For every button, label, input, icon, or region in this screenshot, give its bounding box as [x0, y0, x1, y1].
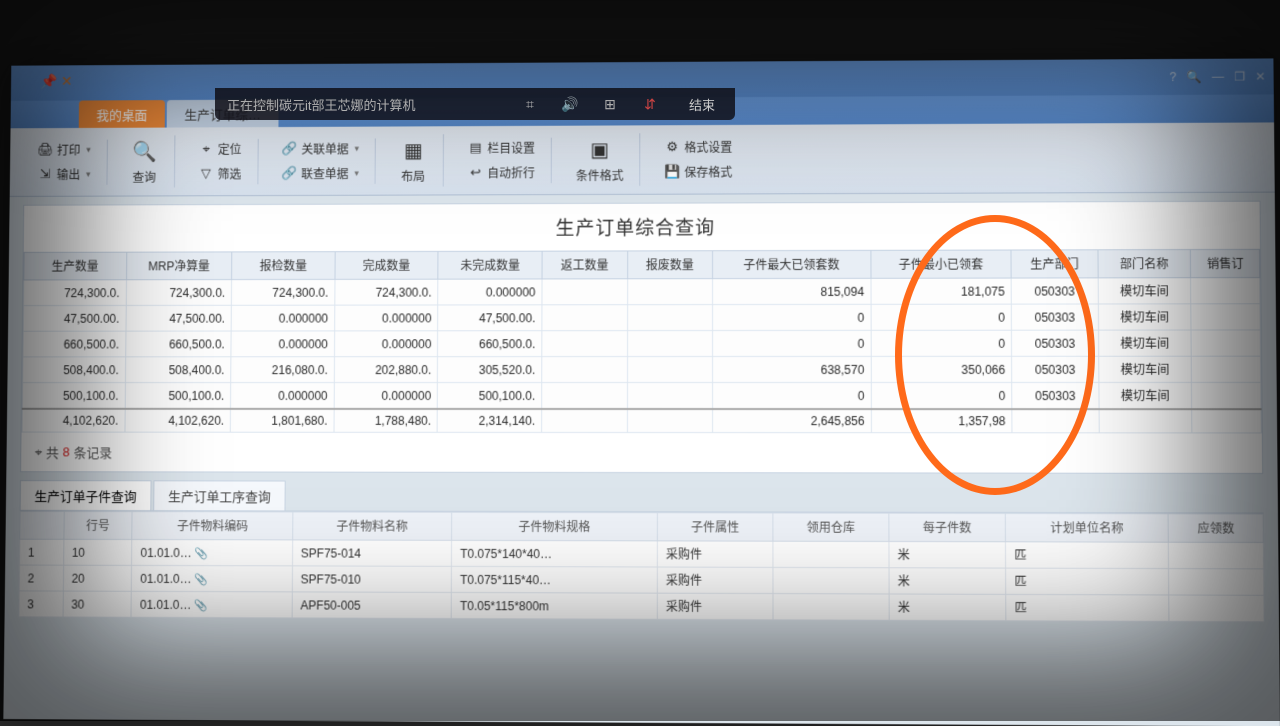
- col-incomplete-qty[interactable]: 未完成数量: [438, 251, 542, 279]
- scol-unit[interactable]: 计划单位名称: [1005, 513, 1168, 542]
- main-grid[interactable]: 生产数量 MRP净算量 报检数量 完成数量 未完成数量 返工数量 报废数量 子件…: [22, 249, 1262, 434]
- qr-icon[interactable]: ⌗: [521, 95, 539, 113]
- subtab-child-query[interactable]: 生产订单子件查询: [20, 480, 152, 510]
- locate-icon: ⌖: [198, 141, 214, 157]
- col-mrp-net[interactable]: MRP净算量: [126, 252, 232, 280]
- table-row[interactable]: 47,500.00.47,500.00.0.0000000.00000047,5…: [23, 304, 1260, 331]
- link2-icon: 🔗: [282, 165, 298, 181]
- print-button[interactable]: 🖨打印▾: [32, 139, 97, 160]
- layout-button[interactable]: ▦布局: [393, 134, 433, 186]
- scol-req[interactable]: 应领数: [1169, 514, 1264, 543]
- scol-spec[interactable]: 子件物料规格: [452, 512, 658, 541]
- scol-idx: [20, 511, 64, 539]
- table-row[interactable]: 500,100.0.500,100.0.0.0000000.000000500,…: [22, 382, 1261, 409]
- speaker-icon[interactable]: 🔊: [561, 95, 579, 113]
- close-button[interactable]: ✕: [1255, 69, 1265, 83]
- format-settings-button[interactable]: ⚙格式设置: [658, 136, 738, 157]
- report-title: 生产订单综合查询: [24, 202, 1260, 252]
- printer-icon: 🖨: [37, 142, 53, 158]
- locate-button[interactable]: ⌖定位: [192, 139, 247, 160]
- header-row: 生产数量 MRP净算量 报检数量 完成数量 未完成数量 返工数量 报废数量 子件…: [24, 249, 1260, 280]
- col-complete-qty[interactable]: 完成数量: [335, 251, 439, 279]
- subtab-process-query[interactable]: 生产订单工序查询: [153, 480, 285, 510]
- tab-desktop[interactable]: 我的桌面: [79, 100, 165, 128]
- cond-format-button[interactable]: ▣条件格式: [570, 133, 630, 186]
- columns-icon: ▤: [468, 140, 484, 156]
- magnify-icon: 🔍: [131, 137, 159, 165]
- transfer-icon[interactable]: ⇵: [641, 95, 659, 113]
- table-row[interactable]: 724,300.0.724,300.0.724,300.0.724,300.0.…: [24, 278, 1261, 306]
- window-controls: ? 🔍 — ❐ ✕: [1170, 69, 1266, 83]
- minimize-button[interactable]: —: [1212, 70, 1224, 84]
- layout-icon: ▦: [399, 136, 427, 164]
- report-panel: 生产订单综合查询 生产数量 MRP净算量 报检数量 完成数量 未完成数量 返工数…: [20, 201, 1263, 474]
- scol-code[interactable]: 子件物料编码: [132, 512, 292, 540]
- export-icon: ⇲: [37, 166, 53, 182]
- remote-control-bar: 正在控制碳元it部王芯娜的计算机 ⌗ 🔊 ⊞ ⇵ 结束: [215, 88, 735, 120]
- record-count: ⌖ 共8条记录: [21, 433, 1262, 473]
- join-doc-button[interactable]: 🔗联查单据▾: [276, 163, 365, 184]
- col-rework-qty[interactable]: 返工数量: [542, 251, 627, 279]
- save-format-button[interactable]: 💾保存格式: [658, 161, 738, 182]
- filter-button[interactable]: ▽筛选: [192, 163, 247, 184]
- query-button[interactable]: 🔍查询: [125, 135, 165, 187]
- maximize-button[interactable]: ❐: [1234, 70, 1245, 84]
- col-child-min[interactable]: 子件最小已领套: [871, 250, 1012, 278]
- wrap-icon: ↩: [468, 165, 484, 181]
- fmt-icon: ⚙: [664, 139, 680, 155]
- col-inspect-qty[interactable]: 报检数量: [232, 252, 335, 280]
- auto-wrap-button[interactable]: ↩自动折行: [462, 162, 541, 183]
- table-row[interactable]: 508,400.0.508,400.0.216,080.0.202,880.0.…: [23, 356, 1261, 382]
- table-row[interactable]: 660,500.0.660,500.0.0.0000000.000000660,…: [23, 330, 1261, 357]
- scol-wh[interactable]: 领用仓库: [773, 513, 889, 541]
- table-row[interactable]: 33001.01.0… 📎APF50-005T0.05*115*800m采购件米…: [19, 591, 1264, 622]
- end-session-button[interactable]: 结束: [681, 93, 723, 116]
- save-icon: 💾: [664, 164, 680, 180]
- scol-per[interactable]: 每子件数: [889, 513, 1006, 542]
- column-settings-button[interactable]: ▤栏目设置: [462, 137, 541, 158]
- table-row[interactable]: 11001.01.0… 📎SPF75-014T0.075*140*40…采购件米…: [19, 539, 1263, 569]
- col-sales-order[interactable]: 销售订: [1191, 249, 1260, 277]
- remote-status: 正在控制碳元it部王芯娜的计算机: [227, 95, 416, 114]
- child-grid[interactable]: 行号 子件物料编码 子件物料名称 子件物料规格 子件属性 领用仓库 每子件数 计…: [18, 511, 1264, 622]
- scol-attr[interactable]: 子件属性: [657, 513, 773, 541]
- detail-panel: 生产订单子件查询 生产订单工序查询 行号 子件物料编码 子件物料名称 子件物料规…: [18, 480, 1264, 622]
- search-icon[interactable]: 🔍: [1186, 70, 1201, 84]
- rel-doc-button[interactable]: 🔗关联单据▾: [276, 138, 365, 159]
- scol-line[interactable]: 行号: [64, 511, 133, 539]
- col-dept-name[interactable]: 部门名称: [1098, 250, 1191, 278]
- ribbon-toolbar: 🖨打印▾ ⇲输出▾ 🔍查询 ⌖定位 ▽筛选 🔗关联单据▾ 🔗联查单据▾ ▦布局 …: [10, 122, 1275, 196]
- export-button[interactable]: ⇲输出▾: [31, 164, 96, 185]
- col-prod-qty[interactable]: 生产数量: [24, 252, 127, 280]
- col-dept-code[interactable]: 生产部门: [1011, 250, 1098, 278]
- cursor-icon: ⌖: [35, 444, 42, 460]
- filter-icon: ▽: [198, 166, 214, 182]
- link-icon: 🔗: [282, 141, 298, 157]
- table-row[interactable]: 4,102,620.4,102,620.1,801,680.1,788,480.…: [22, 409, 1261, 433]
- col-scrap-qty[interactable]: 报废数量: [627, 251, 712, 279]
- condfmt-icon: ▣: [586, 135, 614, 163]
- add-icon[interactable]: ⊞: [601, 95, 619, 113]
- scol-name[interactable]: 子件物料名称: [293, 512, 452, 540]
- col-child-max[interactable]: 子件最大已领套数: [713, 250, 871, 278]
- pin-icon[interactable]: 📌 ✕: [40, 73, 72, 90]
- help-icon[interactable]: ?: [1170, 70, 1177, 84]
